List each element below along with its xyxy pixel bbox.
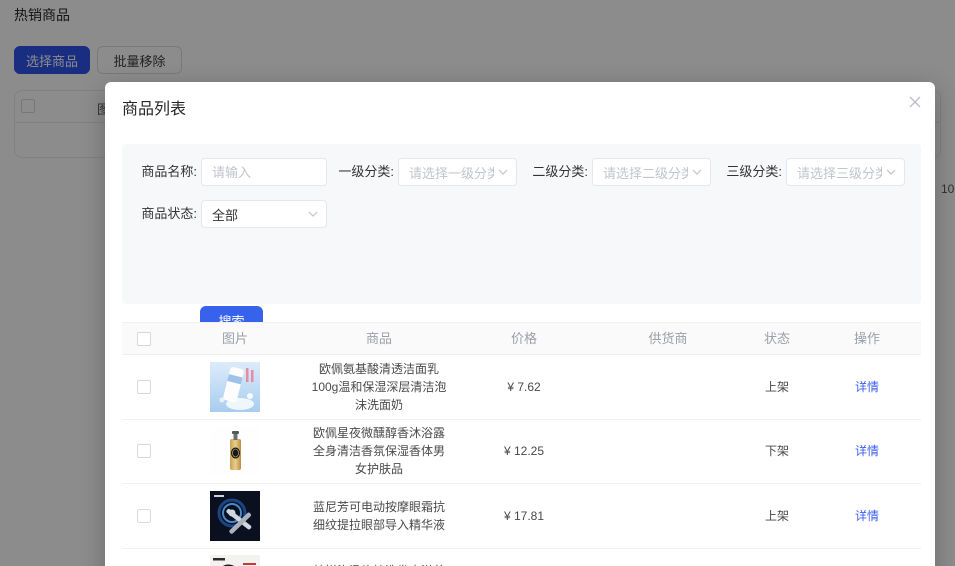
cat3-label: 三级分类: xyxy=(726,164,782,179)
product-price: ¥ 12.25 xyxy=(503,444,545,459)
col-price: 价格 xyxy=(510,330,537,346)
table-row: 韩婵染烫修护洗发水滋养柔顺改善毛躁 xyxy=(122,548,921,566)
cat2-select[interactable]: 请选择二级分类 xyxy=(592,158,711,186)
cat1-placeholder: 请选择一级分类 xyxy=(409,165,494,181)
table-row: 蓝尼芳可电动按摩眼霜抗细纹提拉眼部导入精华液 ¥ 17.81 上架 详情 xyxy=(122,484,921,549)
close-icon[interactable] xyxy=(907,94,923,110)
status-select[interactable]: 全部 xyxy=(201,200,327,228)
product-price: ¥ 7.62 xyxy=(507,379,541,394)
cat3-placeholder: 请选择三级分类 xyxy=(797,165,882,181)
col-action: 操作 xyxy=(853,330,880,346)
detail-link[interactable]: 详情 xyxy=(855,442,879,460)
product-name: 韩婵染烫修护洗发水滋养柔顺改善毛躁 xyxy=(305,562,453,566)
table-row: 欧佩氨基酸清透洁面乳100g温和保湿深层清洁泡沫洗面奶 ¥ 7.62 上架 详情 xyxy=(122,355,921,420)
product-name: 蓝尼芳可电动按摩眼霜抗细纹提拉眼部导入精华液 xyxy=(312,499,445,532)
table-header-row: 图片 商品 价格 供货商 状态 操作 xyxy=(122,322,921,355)
product-name-label: 商品名称: xyxy=(141,164,197,179)
product-table: 图片 商品 价格 供货商 状态 操作 欧佩氨基酸清透洁面乳100g温和保湿深层清… xyxy=(122,322,921,566)
product-image-cleanser-tube xyxy=(210,361,260,412)
chevron-down-icon xyxy=(498,169,508,175)
col-supplier: 供货商 xyxy=(648,330,688,346)
cat2-label: 二级分类: xyxy=(532,164,588,179)
cat1-label: 一级分类: xyxy=(338,164,394,179)
product-name: 欧佩氨基酸清透洁面乳100g温和保湿深层清洁泡沫洗面奶 xyxy=(311,361,447,412)
screen: 热销商品 选择商品 批量移除 图片 10条/页 商品列表 商品名称: 一级分类:… xyxy=(0,0,955,566)
status-value: 全部 xyxy=(212,207,239,223)
table-row: 欧佩星夜微醺醇香沐浴露全身清洁香氛保湿香体男女护肤品 ¥ 12.25 下架 详情 xyxy=(122,419,921,484)
product-image-eye-massage-device xyxy=(210,490,260,541)
chevron-down-icon xyxy=(308,211,318,217)
product-name: 欧佩星夜微醺醇香沐浴露全身清洁香氛保湿香体男女护肤品 xyxy=(312,426,445,477)
cat2-placeholder: 请选择二级分类 xyxy=(603,165,688,181)
col-product: 商品 xyxy=(365,330,392,346)
product-price: ¥ 17.81 xyxy=(503,508,545,523)
modal-title: 商品列表 xyxy=(122,101,187,118)
row-checkbox[interactable] xyxy=(136,444,151,459)
cat1-select[interactable]: 请选择一级分类 xyxy=(398,158,517,186)
product-image-shampoo-model xyxy=(210,555,260,566)
row-checkbox[interactable] xyxy=(136,379,151,394)
select-all-checkbox[interactable] xyxy=(136,331,151,346)
row-checkbox[interactable] xyxy=(136,508,151,523)
status-label: 商品状态: xyxy=(141,206,197,221)
product-status: 下架 xyxy=(764,444,789,459)
product-name-input[interactable] xyxy=(201,158,327,186)
product-image-gold-bodywash-bottle xyxy=(210,426,260,477)
chevron-down-icon xyxy=(886,169,896,175)
product-list-modal: 商品列表 商品名称: 一级分类: 请选择一级分类 二级分类: 请选择二级分类 三… xyxy=(105,82,935,566)
product-status: 上架 xyxy=(764,379,789,394)
chevron-down-icon xyxy=(692,169,702,175)
col-image: 图片 xyxy=(221,330,248,346)
filter-panel: 商品名称: 一级分类: 请选择一级分类 二级分类: 请选择二级分类 三级分类: … xyxy=(122,144,921,334)
detail-link[interactable]: 详情 xyxy=(855,378,879,396)
col-status: 状态 xyxy=(763,330,790,346)
cat3-select[interactable]: 请选择三级分类 xyxy=(786,158,905,186)
detail-link[interactable]: 详情 xyxy=(855,507,879,525)
product-status: 上架 xyxy=(764,508,789,523)
